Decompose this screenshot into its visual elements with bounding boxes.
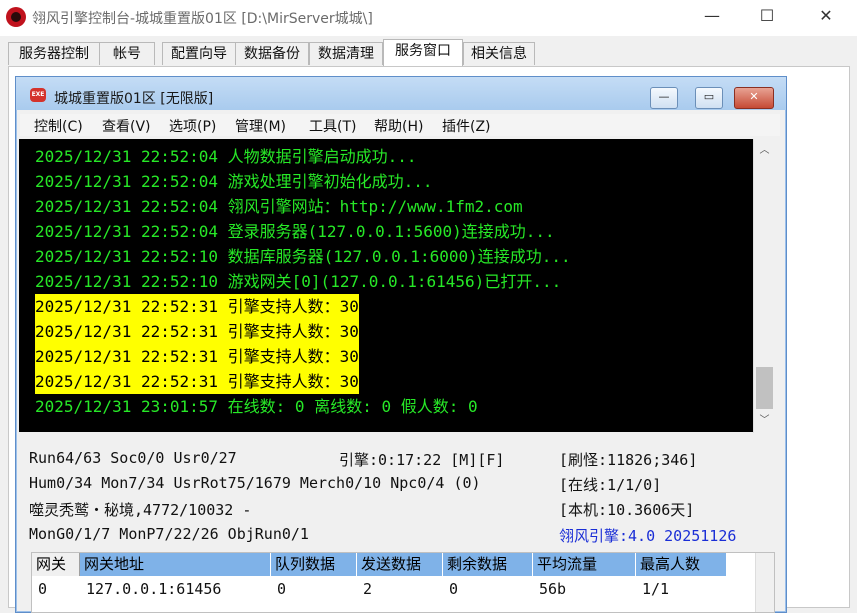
log-line: 2025/12/31 22:52:04 人物数据引擎启动成功... bbox=[35, 147, 417, 166]
main-tabbar: 服务器控制 帐号 配置向导 数据备份 数据清理 服务窗口 相关信息 bbox=[8, 39, 848, 66]
table-row[interactable]: 0 127.0.0.1:61456 0 2 0 56b 1/1 bbox=[32, 578, 774, 600]
status-refresh: [刷怪:11826;346] bbox=[559, 451, 698, 469]
menu-options[interactable]: 选项(P) bbox=[169, 116, 216, 136]
close-button[interactable]: ✕ bbox=[797, 0, 855, 34]
child-menubar: 控制(C) 查看(V) 选项(P) 管理(M) 工具(T) 帮助(H) 插件(Z… bbox=[20, 114, 780, 136]
column-header[interactable]: 剩余数据 bbox=[443, 553, 533, 576]
column-header[interactable]: 网关 bbox=[32, 553, 80, 576]
tab-server-control[interactable]: 服务器控制 bbox=[8, 42, 100, 65]
log-line: 2025/12/31 22:52:10 数据库服务器(127.0.0.1:600… bbox=[35, 247, 571, 266]
app-logo-icon bbox=[6, 7, 26, 27]
tab-data-cleanup[interactable]: 数据清理 bbox=[309, 42, 383, 65]
table-cell: 0 bbox=[277, 580, 287, 598]
log-line: 2025/12/31 22:52:10 游戏网关[0](127.0.0.1:61… bbox=[35, 272, 562, 291]
child-maximize-button[interactable]: ▭ bbox=[695, 87, 723, 109]
status-mon: MonG0/1/7 MonP7/22/26 ObjRun0/1 bbox=[29, 525, 309, 543]
child-window-title: 城城重置版01区 [无限版] bbox=[54, 91, 214, 107]
status-panel: Run64/63 Soc0/0 Usr0/27 引擎:0:17:22 [M][F… bbox=[19, 441, 776, 551]
menu-help[interactable]: 帮助(H) bbox=[374, 116, 423, 136]
menu-control[interactable]: 控制(C) bbox=[34, 116, 83, 136]
child-minimize-button[interactable]: — bbox=[650, 87, 678, 109]
log-line-highlighted: 2025/12/31 22:52:31 引擎支持人数：30 bbox=[35, 294, 359, 319]
status-online: [在线:1/1/0] bbox=[559, 476, 662, 494]
log-line: 2025/12/31 22:52:04 翎风引擎网站：http://www.1f… bbox=[35, 197, 523, 216]
table-cell: 0 bbox=[449, 580, 459, 598]
gateway-table: 网关 网关地址 队列数据 发送数据 剩余数据 平均流量 最高人数 0 127.0… bbox=[31, 552, 775, 613]
column-header[interactable]: 平均流量 bbox=[533, 553, 636, 576]
tab-service-window[interactable]: 服务窗口 bbox=[383, 39, 463, 66]
status-engine-time: 引擎:0:17:22 [M][F] bbox=[339, 451, 505, 469]
exe-icon: EXE bbox=[30, 88, 46, 102]
menu-manage[interactable]: 管理(M) bbox=[235, 116, 286, 136]
tab-config-wizard[interactable]: 配置向导 bbox=[162, 42, 236, 65]
status-run: Run64/63 Soc0/0 Usr0/27 bbox=[29, 449, 237, 467]
status-hum: Hum0/34 Mon7/34 UsrRot75/1679 Merch0/10 … bbox=[29, 474, 481, 492]
tab-account[interactable]: 帐号 bbox=[99, 42, 155, 65]
table-cell: 1/1 bbox=[642, 580, 670, 598]
scroll-down-icon[interactable]: ﹀ bbox=[754, 411, 775, 431]
window-title: 翎风引擎控制台-城城重置版01区 [D:\MirServer城城\] bbox=[32, 11, 373, 27]
log-console[interactable]: 2025/12/31 22:52:04 人物数据引擎启动成功... 2025/1… bbox=[19, 139, 756, 432]
log-line: 2025/12/31 23:01:57 在线数: 0 离线数: 0 假人数: 0 bbox=[35, 397, 478, 416]
tab-data-backup[interactable]: 数据备份 bbox=[235, 42, 309, 65]
scroll-thumb[interactable] bbox=[756, 367, 773, 409]
table-cell: 0 bbox=[38, 580, 48, 598]
maximize-button[interactable]: ☐ bbox=[738, 0, 796, 34]
child-close-button[interactable]: ✕ bbox=[734, 87, 774, 109]
log-line: 2025/12/31 22:52:04 游戏处理引擎初始化成功... bbox=[35, 172, 433, 191]
menu-view[interactable]: 查看(V) bbox=[102, 116, 151, 136]
column-header[interactable]: 队列数据 bbox=[271, 553, 357, 576]
column-header[interactable]: 网关地址 bbox=[80, 553, 271, 576]
menu-plugins[interactable]: 插件(Z) bbox=[442, 116, 491, 136]
minimize-button[interactable]: — bbox=[683, 0, 741, 34]
table-cell: 127.0.0.1:61456 bbox=[86, 580, 222, 598]
table-scrollbar[interactable] bbox=[755, 553, 774, 612]
table-cell: 56b bbox=[539, 580, 567, 598]
menu-tools[interactable]: 工具(T) bbox=[309, 116, 356, 136]
table-cell: 2 bbox=[363, 580, 373, 598]
log-line-highlighted: 2025/12/31 22:52:31 引擎支持人数：30 bbox=[35, 319, 359, 344]
engine-version-link[interactable]: 翎风引擎:4.0 20251126 bbox=[559, 525, 736, 546]
column-header[interactable]: 发送数据 bbox=[357, 553, 443, 576]
status-map: 噬灵秃鹫・秘境,4772/10032 - bbox=[29, 501, 252, 519]
window-titlebar: 翎风引擎控制台-城城重置版01区 [D:\MirServer城城\] — ☐ ✕ bbox=[0, 0, 857, 36]
log-line-highlighted: 2025/12/31 22:52:31 引擎支持人数：30 bbox=[35, 369, 359, 394]
scroll-up-icon[interactable]: ︿ bbox=[754, 141, 775, 161]
status-local: [本机:10.3606天] bbox=[559, 501, 695, 519]
column-header[interactable]: 最高人数 bbox=[636, 553, 727, 576]
child-window-titlebar: EXE 城城重置版01区 [无限版] — ▭ ✕ bbox=[16, 77, 786, 110]
log-scrollbar[interactable]: ︿ ﹀ bbox=[753, 139, 775, 433]
log-line: 2025/12/31 22:52:04 登录服务器(127.0.0.1:5600… bbox=[35, 222, 555, 241]
tab-related-info[interactable]: 相关信息 bbox=[463, 42, 535, 65]
log-line-highlighted: 2025/12/31 22:52:31 引擎支持人数：30 bbox=[35, 344, 359, 369]
table-header: 网关 网关地址 队列数据 发送数据 剩余数据 平均流量 最高人数 bbox=[32, 553, 774, 577]
